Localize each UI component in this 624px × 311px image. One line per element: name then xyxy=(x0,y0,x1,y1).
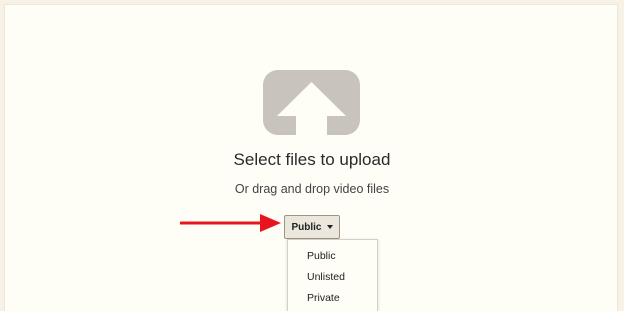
privacy-dropdown-menu: Public Unlisted Private xyxy=(287,239,378,311)
upload-arrow-icon[interactable] xyxy=(263,70,360,135)
privacy-dropdown-button[interactable]: Public xyxy=(284,215,340,239)
upload-subtitle: Or drag and drop video files xyxy=(234,182,390,196)
privacy-selected-label: Public xyxy=(291,221,322,233)
red-arrow-icon xyxy=(180,214,281,232)
menu-item-private[interactable]: Private xyxy=(307,292,340,304)
menu-item-public[interactable]: Public xyxy=(307,250,336,262)
menu-item-unlisted[interactable]: Unlisted xyxy=(307,271,345,283)
caret-down-icon xyxy=(326,225,333,229)
upload-title: Select files to upload xyxy=(233,150,391,169)
